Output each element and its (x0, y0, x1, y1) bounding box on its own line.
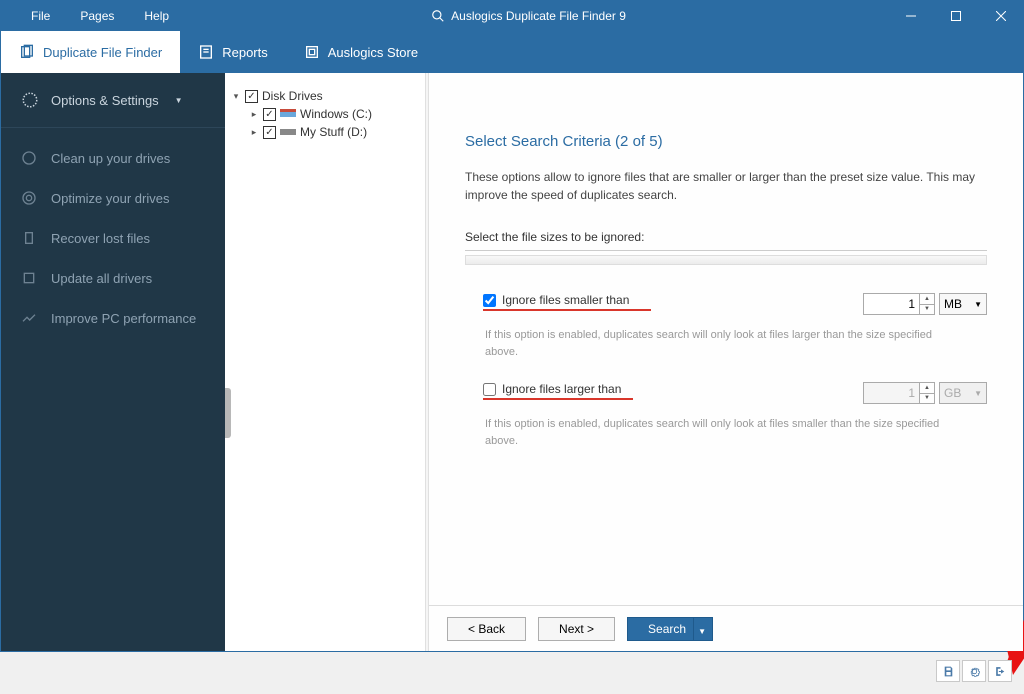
tree-root-disk-drives[interactable]: ▾ ✓ Disk Drives (231, 87, 419, 105)
store-icon (304, 44, 320, 60)
chevron-down-icon: ▼ (698, 627, 706, 636)
save-icon (942, 665, 955, 678)
criteria-smaller-row: Ignore files smaller than ▲ ▼ MB▼ (465, 293, 987, 315)
wizard-footer: < Back Next > Search▼ (429, 605, 1023, 651)
divider (1, 127, 225, 128)
smaller-spinner: ▲ ▼ (919, 294, 934, 314)
tab-bar: Duplicate File Finder Reports Auslogics … (1, 31, 1023, 73)
smaller-unit-select[interactable]: MB▼ (939, 293, 987, 315)
window-title: Auslogics Duplicate File Finder 9 (169, 9, 888, 23)
larger-unit-select: GB▼ (939, 382, 987, 404)
tree-label: Windows (C:) (300, 107, 372, 121)
drive-icon (280, 126, 296, 138)
section-heading: Select the file sizes to be ignored: (465, 230, 987, 244)
close-button[interactable] (978, 1, 1023, 31)
sidebar-item-performance[interactable]: Improve PC performance (1, 298, 225, 338)
red-arrow-annotation (999, 503, 1024, 683)
search-button[interactable]: Search▼ (627, 617, 713, 641)
tab-reports[interactable]: Reports (180, 31, 286, 73)
smaller-value-field[interactable] (864, 294, 919, 314)
tree-label: Disk Drives (262, 89, 323, 103)
sidebar: Options & Settings ▼ Clean up your drive… (1, 73, 225, 651)
highlight-underline (483, 398, 633, 400)
criteria-larger-row: Ignore files larger than ▲ ▼ GB▼ (465, 382, 987, 404)
drive-icon (280, 108, 296, 120)
main-panel: Select Search Criteria (2 of 5) These op… (429, 73, 1023, 651)
optimize-icon (21, 190, 37, 206)
tree-checkbox[interactable]: ✓ (245, 90, 258, 103)
sidebar-item-drivers[interactable]: Update all drivers (1, 258, 225, 298)
maximize-button[interactable] (933, 1, 978, 31)
chevron-down-icon: ▼ (974, 300, 982, 309)
page-title: Select Search Criteria (2 of 5) (465, 133, 987, 150)
app-window: File Pages Help Auslogics Duplicate File… (0, 0, 1024, 652)
chevron-down-icon: ▼ (974, 389, 982, 398)
menu-pages[interactable]: Pages (80, 9, 114, 23)
settings-tool-button[interactable] (962, 660, 986, 682)
window-controls (888, 1, 1023, 31)
bottom-toolbar (936, 660, 1012, 682)
gear-icon (968, 665, 981, 678)
magnifier-icon (431, 9, 445, 23)
tree-checkbox[interactable]: ✓ (263, 108, 276, 121)
spinner-down[interactable]: ▼ (920, 305, 934, 315)
report-icon (198, 44, 214, 60)
ignore-smaller-checkbox-label[interactable]: Ignore files smaller than (483, 293, 863, 307)
next-button[interactable]: Next > (538, 617, 615, 641)
section-bar (465, 255, 987, 265)
larger-description: If this option is enabled, duplicates se… (485, 416, 945, 449)
gear-icon (21, 91, 39, 109)
smaller-description: If this option is enabled, duplicates se… (485, 327, 945, 360)
back-button[interactable]: < Back (447, 617, 526, 641)
larger-value-field (864, 383, 919, 403)
cleanup-icon (21, 150, 37, 166)
page-description: These options allow to ignore files that… (465, 168, 985, 204)
tree-checkbox[interactable]: ✓ (263, 126, 276, 139)
highlight-underline (483, 309, 651, 311)
sidebar-item-cleanup[interactable]: Clean up your drives (1, 138, 225, 178)
drive-tree-panel: ▾ ✓ Disk Drives ▸ ✓ Windows (C:) ▸ ✓ My … (225, 73, 425, 651)
tree-collapse-icon[interactable]: ▾ (231, 91, 241, 102)
ignore-larger-checkbox[interactable] (483, 383, 496, 396)
tree-label: My Stuff (D:) (300, 125, 367, 139)
menu-file[interactable]: File (31, 9, 50, 23)
recover-icon (21, 230, 37, 246)
files-icon (19, 44, 35, 60)
spinner-down: ▼ (920, 394, 934, 404)
spinner-up: ▲ (920, 383, 934, 394)
sidebar-collapse-handle[interactable] (225, 388, 231, 438)
tree-expand-icon[interactable]: ▸ (249, 109, 259, 120)
tree-expand-icon[interactable]: ▸ (249, 127, 259, 138)
larger-value-input: ▲ ▼ (863, 382, 935, 404)
spinner-up[interactable]: ▲ (920, 294, 934, 305)
menu-bar: File Pages Help (1, 9, 169, 23)
exit-tool-button[interactable] (988, 660, 1012, 682)
smaller-value-input[interactable]: ▲ ▼ (863, 293, 935, 315)
sidebar-item-recover[interactable]: Recover lost files (1, 218, 225, 258)
titlebar: File Pages Help Auslogics Duplicate File… (1, 1, 1023, 31)
tree-item-windows-c[interactable]: ▸ ✓ Windows (C:) (231, 105, 419, 123)
tab-auslogics-store[interactable]: Auslogics Store (286, 31, 436, 73)
chevron-down-icon: ▼ (175, 96, 183, 105)
window-body: Options & Settings ▼ Clean up your drive… (1, 73, 1023, 651)
sidebar-item-optimize[interactable]: Optimize your drives (1, 178, 225, 218)
ignore-larger-checkbox-label[interactable]: Ignore files larger than (483, 382, 863, 396)
divider (465, 250, 987, 251)
exit-icon (994, 665, 1007, 678)
sidebar-options-settings[interactable]: Options & Settings ▼ (1, 73, 225, 127)
minimize-button[interactable] (888, 1, 933, 31)
tab-duplicate-file-finder[interactable]: Duplicate File Finder (1, 31, 180, 73)
drivers-icon (21, 270, 37, 286)
menu-help[interactable]: Help (144, 9, 169, 23)
larger-spinner: ▲ ▼ (919, 383, 934, 403)
save-tool-button[interactable] (936, 660, 960, 682)
ignore-smaller-checkbox[interactable] (483, 294, 496, 307)
performance-icon (21, 310, 37, 326)
tree-item-mystuff-d[interactable]: ▸ ✓ My Stuff (D:) (231, 123, 419, 141)
